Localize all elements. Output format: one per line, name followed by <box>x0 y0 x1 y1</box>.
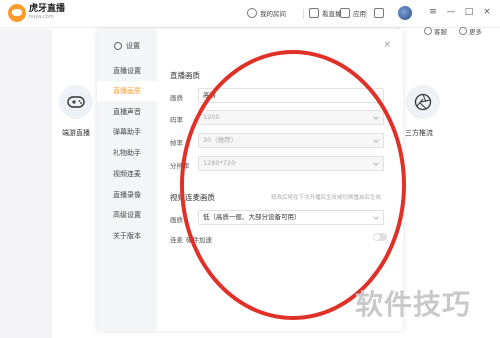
watermark-text: 软件技巧 <box>355 288 472 321</box>
app-logo[interactable]: 虎牙直播 huya.com <box>8 4 65 22</box>
apps-label: 应用 <box>353 10 366 18</box>
menu-item-live-sound[interactable]: 直播声音 <box>97 102 157 122</box>
menu-item-live-settings[interactable]: 直播设置 <box>97 61 157 81</box>
logo-subtitle: huya.com <box>29 14 54 20</box>
headset-icon <box>424 27 432 35</box>
divider <box>303 9 304 19</box>
tv-icon <box>309 8 319 18</box>
watch-live-button[interactable]: 看直播 <box>309 8 342 18</box>
more-button[interactable]: 更多 <box>459 26 482 36</box>
close-icon[interactable]: × <box>383 40 391 50</box>
messages-button[interactable] <box>374 8 387 18</box>
settings-title: 设置 <box>126 42 140 50</box>
game-live-label: 端游直播 <box>62 129 90 137</box>
mail-icon <box>374 8 384 18</box>
fps-label: 帧率 <box>170 139 183 147</box>
minimize-icon[interactable]: — <box>446 7 456 17</box>
menu-item-danmaku[interactable]: 弹幕助手 <box>97 122 157 142</box>
third-party-stream-label: 三方推流 <box>405 129 433 137</box>
link-quality-label: 画质 <box>170 216 183 224</box>
apps-button[interactable]: 应用 <box>340 8 366 18</box>
gear-icon <box>114 42 122 50</box>
user-avatar[interactable] <box>398 6 412 20</box>
menu-item-live-quality[interactable]: 直播画质 <box>97 81 157 101</box>
bitrate-label: 码率 <box>170 116 183 124</box>
menu-item-recording[interactable]: 直播录像 <box>97 185 157 205</box>
settings-header: 设置 <box>114 41 140 51</box>
menu-icon[interactable]: ≡ <box>428 7 438 17</box>
my-room-label: 我的房间 <box>260 10 286 18</box>
section-title-quality: 直播画质 <box>170 71 200 80</box>
third-party-stream-button[interactable] <box>406 85 440 119</box>
more-icon <box>459 27 467 35</box>
divider <box>366 9 367 19</box>
menu-item-advanced[interactable]: 高级设置 <box>97 205 157 225</box>
menu-item-about[interactable]: 关于版本 <box>97 226 157 246</box>
menu-item-video-link[interactable]: 视频连麦 <box>97 164 157 184</box>
game-live-button[interactable] <box>59 85 93 119</box>
support-button[interactable]: 客服 <box>424 26 447 36</box>
tiger-logo-icon <box>8 4 26 22</box>
gamepad-icon <box>67 96 85 108</box>
maximize-icon[interactable]: □ <box>464 7 474 17</box>
aperture-icon <box>414 93 432 111</box>
my-room-button[interactable]: 我的房间 <box>247 8 286 18</box>
background-panel-left <box>0 29 52 338</box>
close-window-icon[interactable]: × <box>482 7 492 17</box>
grid-icon <box>340 8 350 18</box>
menu-item-gift[interactable]: 礼物助手 <box>97 143 157 163</box>
home-icon <box>247 8 257 18</box>
quality-label: 画质 <box>170 94 183 102</box>
logo-title: 虎牙直播 <box>29 4 66 14</box>
title-bar: 虎牙直播 huya.com 我的房间 看直播 应用 ≡ — □ × <box>0 0 500 28</box>
watch-live-label: 看直播 <box>322 10 342 18</box>
annotation-circle <box>180 50 406 320</box>
